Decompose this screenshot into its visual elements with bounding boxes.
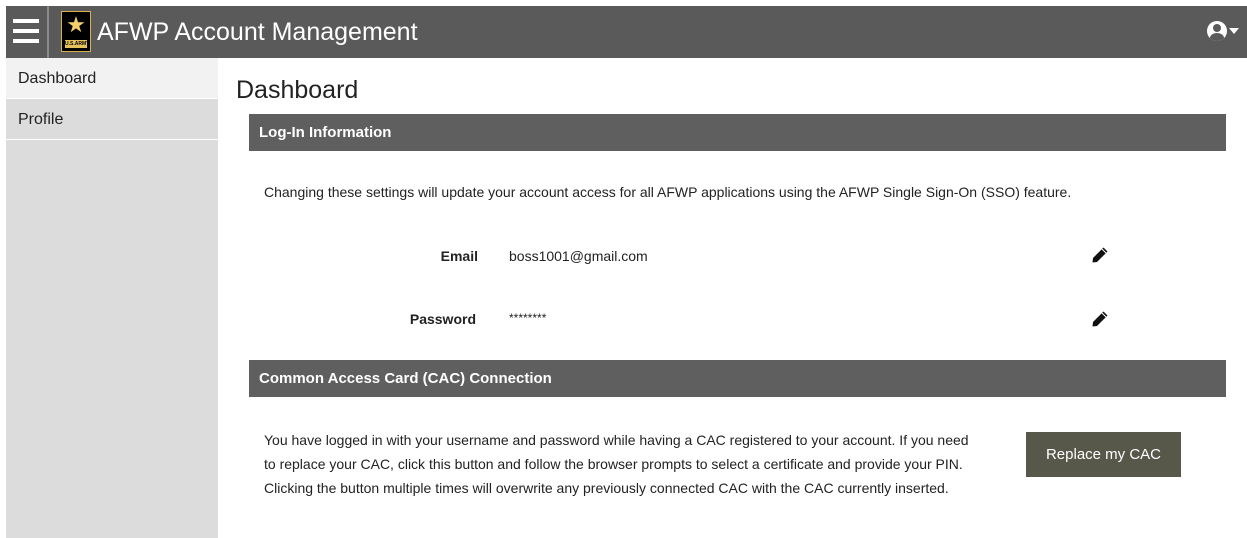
navbar-divider	[47, 6, 49, 58]
cac-description: You have logged in with your username an…	[264, 432, 969, 496]
login-section-header: Log-In Information	[249, 114, 1226, 151]
pencil-icon[interactable]	[1090, 309, 1110, 329]
main-content: Dashboard Log-In Information Changing th…	[218, 58, 1247, 538]
password-label: Password	[409, 311, 476, 327]
replace-cac-button[interactable]: Replace my CAC	[1026, 432, 1181, 477]
caret-down-icon	[1229, 28, 1239, 34]
top-navbar: ★ U.S.ARMY AFWP Account Management	[6, 6, 1247, 58]
sidebar-item-dashboard[interactable]: Dashboard	[6, 58, 218, 99]
hamburger-icon[interactable]	[13, 19, 39, 43]
pencil-icon[interactable]	[1090, 245, 1110, 265]
password-value: ********	[509, 311, 547, 325]
army-star-logo: ★ U.S.ARMY	[61, 11, 91, 52]
app-title: AFWP Account Management	[97, 18, 418, 46]
sidebar: Dashboard Profile	[6, 58, 218, 538]
user-menu-button[interactable]	[1207, 20, 1239, 42]
page-title: Dashboard	[236, 76, 359, 104]
star-icon: ★	[66, 13, 86, 38]
login-description: Changing these settings will update your…	[264, 184, 1072, 200]
cac-section-header: Common Access Card (CAC) Connection	[249, 360, 1226, 397]
email-label: Email	[440, 248, 478, 264]
email-value: boss1001@gmail.com	[509, 248, 648, 264]
user-circle-icon	[1207, 21, 1227, 41]
logo-text: U.S.ARMY	[65, 40, 90, 48]
sidebar-item-profile[interactable]: Profile	[6, 99, 218, 140]
